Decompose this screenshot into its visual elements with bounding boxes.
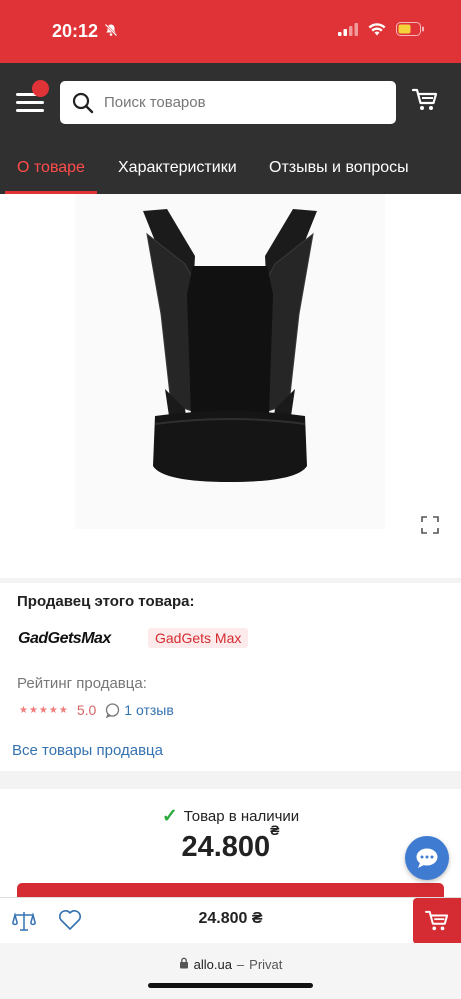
tab-specs[interactable]: Характеристики [118, 159, 237, 177]
reviews-link[interactable]: 1 отзыв [124, 702, 174, 718]
price-value: 24.800 [181, 831, 271, 863]
seller-title: Продавец этого товара: [17, 593, 195, 610]
url-display[interactable]: allo.ua – Privat [0, 957, 461, 972]
chat-icon [416, 848, 438, 868]
seller-logo: GadGetsMax [18, 630, 111, 647]
bottom-price: 24.800 ₴ [198, 910, 263, 927]
url-separator: – [236, 957, 245, 972]
rating-value: 5.0 [76, 702, 97, 718]
url-domain: allo.ua [193, 957, 232, 972]
site-header: О товаре Характеристики Отзывы и вопросы [0, 63, 461, 194]
comment-icon [105, 702, 120, 718]
purchase-card: ✓ Товар в наличии 24.800₴ [0, 789, 461, 899]
seller-rating: ★★★★★ 5.0 1 отзыв [19, 702, 174, 718]
home-indicator[interactable] [148, 983, 313, 988]
fullscreen-icon[interactable] [421, 516, 439, 539]
wifi-icon [368, 22, 386, 41]
stock-status: ✓ Товар в наличии [0, 805, 461, 828]
bell-muted-icon [104, 21, 118, 42]
product-gallery [0, 194, 461, 578]
product-price: 24.800₴ [0, 822, 461, 864]
lock-icon [179, 957, 189, 972]
stock-status-text: Товар в наличии [183, 808, 300, 825]
rating-stars: ★★★★★ [19, 704, 69, 716]
all-seller-goods-link[interactable]: Все товары продавца [12, 742, 163, 759]
search-box[interactable] [60, 81, 396, 124]
sticky-buy-bar: 24.800 ₴ [0, 897, 461, 944]
product-image[interactable] [75, 194, 385, 529]
tab-reviews[interactable]: Отзывы и вопросы [269, 159, 409, 177]
notification-dot [32, 80, 49, 97]
currency-sign: ₴ [270, 822, 280, 839]
seller-name-badge[interactable]: GadGets Max [148, 628, 249, 648]
chat-button[interactable] [405, 836, 449, 880]
status-icons [338, 22, 425, 41]
signal-icon [338, 22, 358, 41]
product-tabs: О товаре Характеристики Отзывы и вопросы [0, 151, 461, 194]
search-icon [72, 92, 94, 114]
cart-icon[interactable] [411, 88, 438, 117]
browser-url-bar: allo.ua – Privat [0, 943, 461, 999]
search-input[interactable] [104, 94, 384, 111]
url-label: Privat [249, 957, 283, 972]
status-time: 20:12 [52, 21, 118, 42]
status-bar: 20:12 [0, 0, 461, 63]
add-to-cart-button[interactable] [413, 898, 461, 944]
battery-icon [396, 22, 425, 41]
cart-icon [425, 910, 449, 931]
tab-about[interactable]: О товаре [17, 159, 85, 177]
check-icon: ✓ [161, 806, 178, 827]
rating-label: Рейтинг продавца: [17, 675, 147, 692]
seller-card: Продавец этого товара: GadGetsMax GadGet… [0, 583, 461, 771]
clock: 20:12 [52, 21, 99, 41]
